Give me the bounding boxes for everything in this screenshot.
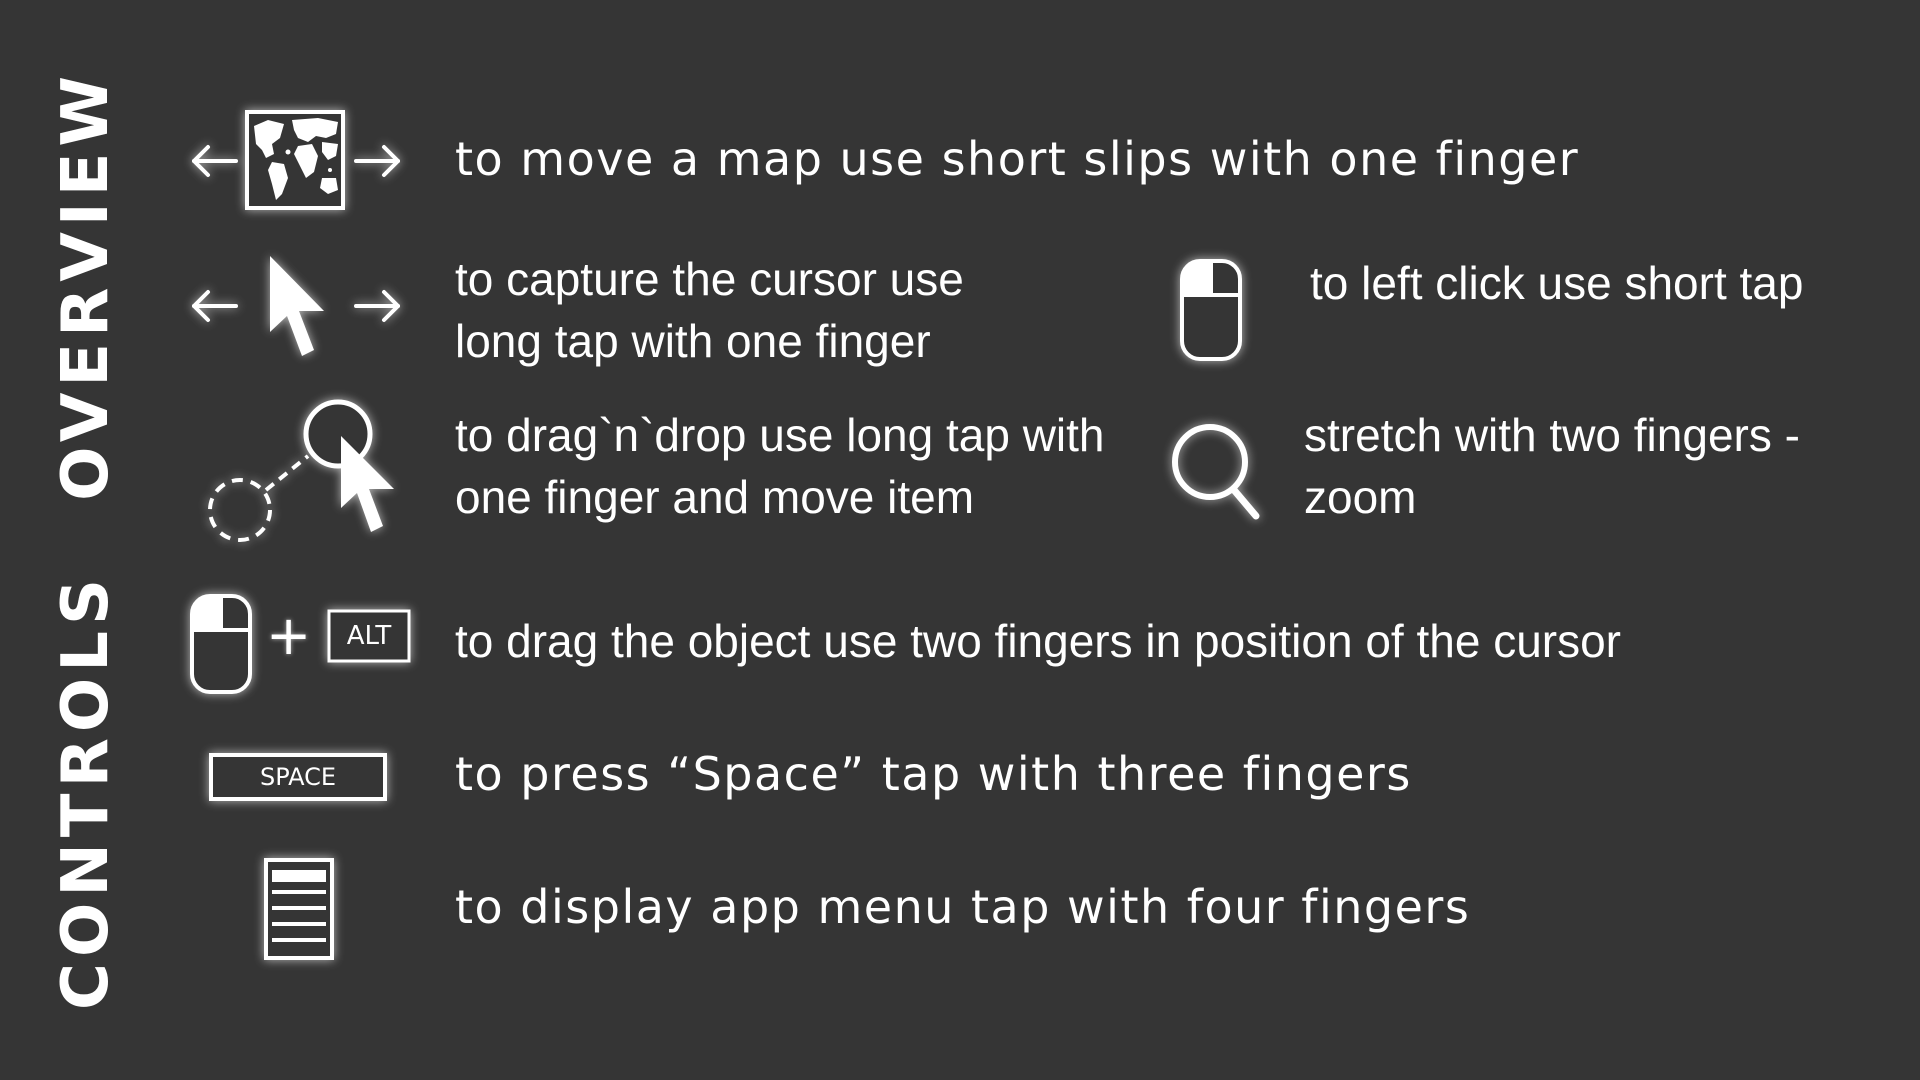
instruction-drag-drop-line-1: to drag`n`drop use long tap with [455,409,1105,461]
instruction-menu: to display app menu tap with four finger… [455,880,1471,934]
instruction-space: to press “Space” tap with three fingers [455,747,1412,801]
instruction-zoom: stretch with two fingers - zoom [1304,404,1800,528]
instruction-capture-cursor-line-1: to capture the cursor use [455,253,964,305]
instruction-left-click: to left click use short tap [1310,257,1804,309]
instruction-drag-drop: to drag`n`drop use long tap with one fin… [455,404,1105,528]
plus-sign: + [266,604,312,667]
instruction-zoom-line-1: stretch with two fingers - [1304,409,1800,461]
cursor-arrows-icon [188,252,404,368]
drag-drop-cursor-icon [204,398,404,552]
instruction-capture-cursor: to capture the cursor use long tap with … [455,248,964,372]
world-map-arrows-icon [188,108,404,220]
menu-document-icon [262,856,336,966]
alt-key-label: ALT [346,621,392,651]
space-key-label: SPACE [259,763,337,791]
instruction-drag-object: to drag the object use two fingers in po… [455,615,1621,667]
instruction-drag-drop-line-2: one finger and move item [455,471,975,523]
title-word-overview: OVERVIEW [49,69,123,501]
mouse-left-button-icon [1178,257,1244,367]
instruction-move-map: to move a map use short slips with one f… [455,132,1580,186]
page-title: CONTROLS OVERVIEW [49,70,123,1010]
magnifier-icon [1170,420,1260,524]
title-word-controls: CONTROLS [49,572,123,1011]
instruction-zoom-line-2: zoom [1304,471,1417,523]
instruction-capture-cursor-line-2: long tap with one finger [455,315,931,367]
